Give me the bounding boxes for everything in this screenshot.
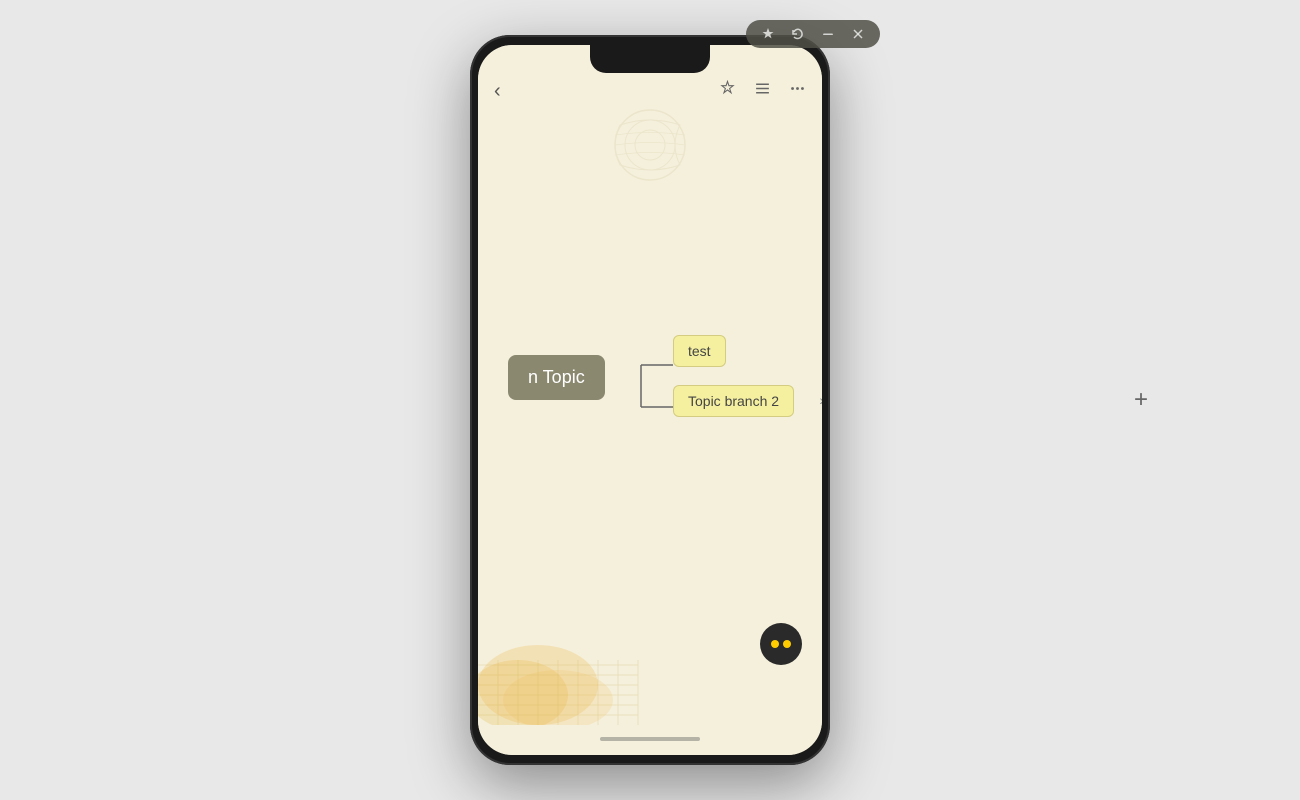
ai-assistant-button[interactable] [760,623,802,665]
screen-content: ‹ [478,45,822,755]
minimize-window-button[interactable] [820,26,836,42]
close-window-button[interactable] [850,26,866,42]
central-topic-node[interactable]: n Topic [508,355,605,400]
undo-window-button[interactable] [790,26,806,42]
branch2-node[interactable]: Topic branch 2 [673,385,794,417]
ai-eye-left [771,640,779,648]
branch2-node-label: Topic branch 2 [688,393,779,409]
mindmap-area: n Topic test Topic branch 2 [478,45,822,755]
home-indicator [600,737,700,741]
ai-eyes [771,640,791,648]
phone-side-button-2 [829,285,830,335]
phone-side-button-1 [829,215,830,265]
right-arrow-hint[interactable]: › [819,392,822,408]
star-window-button[interactable] [760,26,776,42]
back-button[interactable]: ‹ [494,80,501,103]
test-node-label: test [688,343,711,359]
list-icon[interactable] [754,80,771,102]
screen-header: ‹ [478,45,822,105]
ai-eye-right [783,640,791,648]
test-node[interactable]: test [673,335,726,367]
pin-icon[interactable] [719,80,736,102]
central-topic-label: n Topic [528,367,585,387]
window-controls-bar [746,20,880,48]
more-icon[interactable] [789,80,806,102]
header-icons [719,80,806,102]
phone-frame: ‹ [470,35,830,765]
phone-screen: ‹ [478,45,822,755]
add-button[interactable]: + [1134,386,1148,414]
